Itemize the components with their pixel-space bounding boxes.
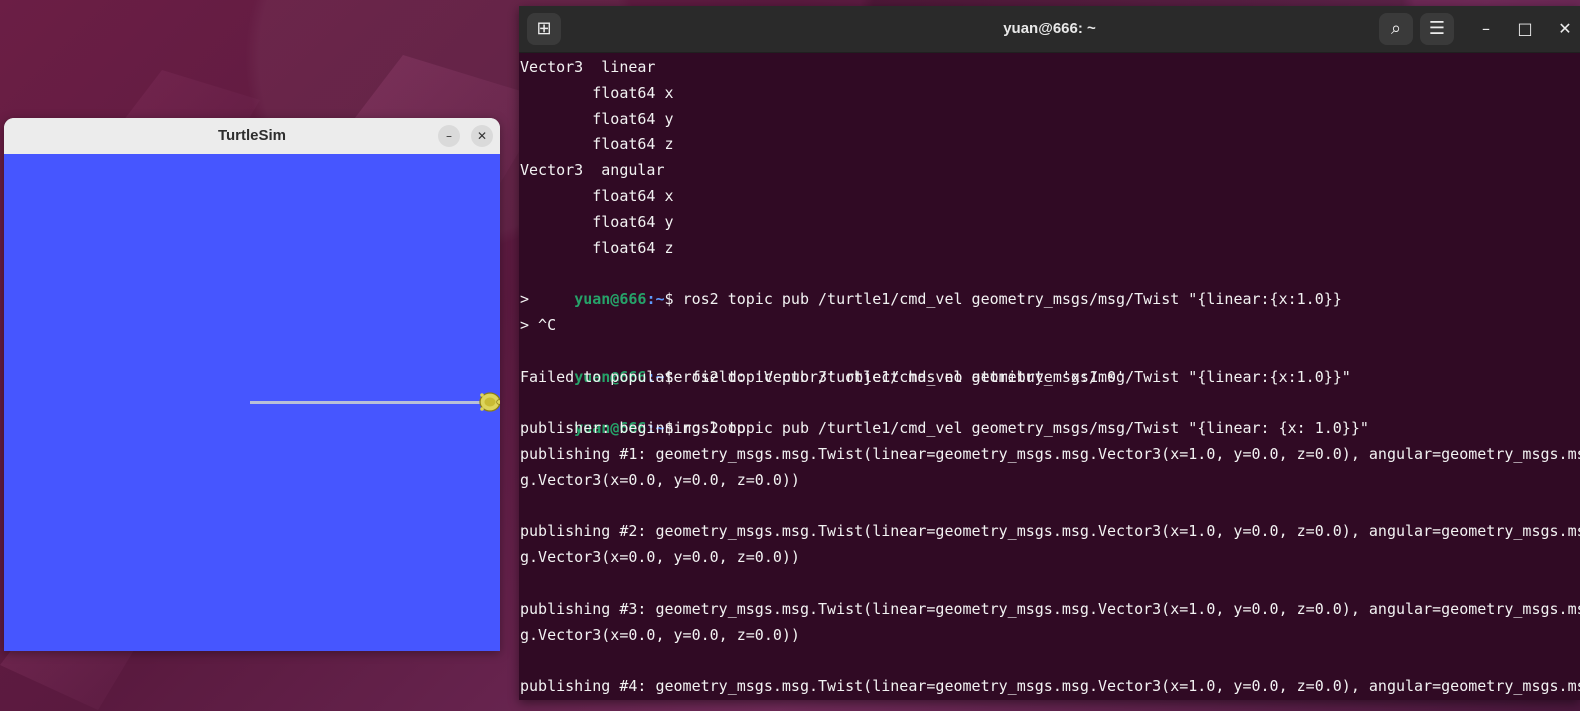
terminal-command-line: yuan@666:~$ ros2 topic pub /turtle1/cmd_… bbox=[520, 261, 1580, 308]
minimize-icon: – bbox=[1482, 19, 1490, 38]
terminal-line: float64 y bbox=[520, 109, 674, 128]
terminal-line: float64 x bbox=[520, 83, 674, 102]
terminal-line: publishing #3: geometry_msgs.msg.Twist(l… bbox=[520, 599, 1580, 618]
terminal-line: publishing #1: geometry_msgs.msg.Twist(l… bbox=[520, 444, 1580, 463]
search-button[interactable]: ⌕ bbox=[1379, 13, 1413, 45]
terminal-close-button[interactable]: ✕ bbox=[1551, 13, 1579, 45]
turtle-icon bbox=[479, 392, 500, 412]
prompt-user: yuan@666 bbox=[574, 290, 647, 309]
terminal-command-line: yuan@666:~$ ros2 topic pub /turtle1/cmd_… bbox=[520, 339, 1580, 386]
minimize-button[interactable]: – bbox=[438, 125, 460, 147]
terminal-maximize-button[interactable]: □ bbox=[1511, 13, 1539, 45]
terminal-command-line: yuan@666:~$ ros2 topic pub /turtle1/cmd_… bbox=[520, 390, 1580, 437]
terminal-line: g.Vector3(x=0.0, y=0.0, z=0.0)) bbox=[520, 470, 800, 489]
terminal-output[interactable]: Vector3 linear float64 x float64 y float… bbox=[520, 55, 1580, 700]
terminal-line: float64 y bbox=[520, 212, 674, 231]
maximize-icon: □ bbox=[1517, 19, 1533, 38]
menu-button[interactable]: ☰ bbox=[1420, 13, 1454, 45]
terminal-window[interactable]: ⊞ yuan@666: ~ ⌕ ☰ – □ ✕ Vector3 linear f… bbox=[519, 6, 1580, 700]
prompt-symbol: $ bbox=[664, 290, 683, 309]
terminal-line: Vector3 angular bbox=[520, 161, 665, 180]
terminal-line: publishing #2: geometry_msgs.msg.Twist(l… bbox=[520, 522, 1580, 541]
turtlesim-window[interactable]: TurtleSim – ✕ bbox=[4, 118, 500, 651]
turtle-canvas bbox=[4, 154, 500, 651]
command-text: ros2 topic pub /turtle1/cmd_vel geometry… bbox=[682, 419, 1369, 438]
terminal-line: g.Vector3(x=0.0, y=0.0, z=0.0)) bbox=[520, 625, 800, 644]
prompt-path: ~ bbox=[655, 290, 665, 309]
turtlesim-titlebar[interactable]: TurtleSim – ✕ bbox=[4, 118, 500, 155]
minimize-icon: – bbox=[446, 129, 452, 143]
terminal-minimize-button[interactable]: – bbox=[1472, 13, 1500, 45]
close-icon: ✕ bbox=[1558, 19, 1572, 38]
terminal-line: publishing #4: geometry_msgs.msg.Twist(l… bbox=[520, 677, 1580, 696]
terminal-header[interactable]: ⊞ yuan@666: ~ ⌕ ☰ – □ ✕ bbox=[519, 6, 1580, 53]
terminal-line: g.Vector3(x=0.0, y=0.0, z=0.0)) bbox=[520, 548, 800, 567]
search-icon: ⌕ bbox=[1390, 18, 1402, 39]
terminal-line: float64 z bbox=[520, 135, 674, 154]
terminal-line: float64 z bbox=[520, 238, 674, 257]
command-text: ros2 topic pub /turtle1/cmd_vel geometry… bbox=[682, 290, 1342, 309]
close-button[interactable]: ✕ bbox=[471, 125, 493, 147]
terminal-line: Failed to populate field: 'Vector3' obje… bbox=[520, 367, 1126, 386]
close-icon: ✕ bbox=[476, 129, 488, 143]
menu-icon: ☰ bbox=[1428, 18, 1446, 39]
turtlesim-window-title: TurtleSim bbox=[217, 127, 287, 144]
terminal-line: float64 x bbox=[520, 186, 674, 205]
terminal-line: > ^C bbox=[520, 315, 557, 334]
turtle-path-line bbox=[250, 401, 489, 404]
terminal-line: Vector3 linear bbox=[520, 58, 656, 76]
